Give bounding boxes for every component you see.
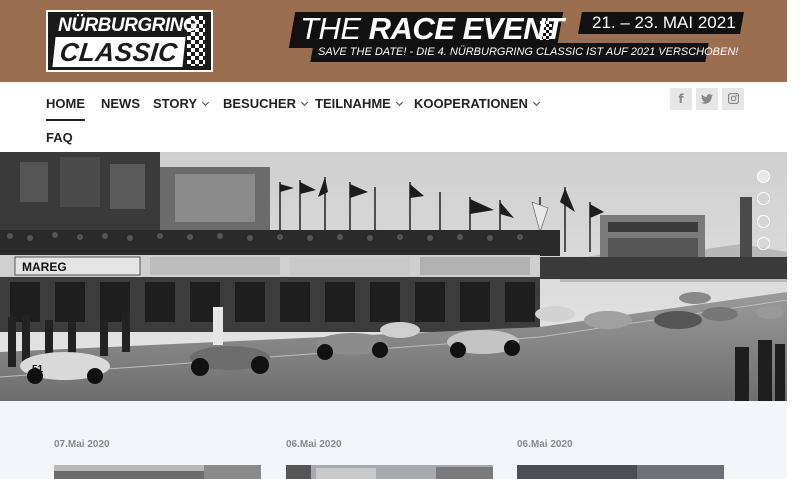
logo-line-1: NÜRBURGRING [58,15,198,36]
site-logo[interactable]: NÜRBURGRING CLASSIC [46,10,213,72]
logo-line-2: CLASSIC [52,37,186,67]
nav-item-label: STORY [153,96,198,111]
twitter-bird-shape [701,94,713,104]
svg-text:51: 51 [32,364,44,375]
race-title-light: THE [300,11,369,46]
race-title-bold: RACE EVENT [368,11,564,46]
news-post-thumbnail[interactable] [286,465,493,479]
nav-item-home[interactable]: HOME [46,93,85,121]
slider-dot-1[interactable] [757,170,770,183]
checkered-flag-small-icon [540,18,552,40]
news-post-thumbnail[interactable] [54,465,261,479]
instagram-camera-shape [727,92,739,105]
news-post-date: 07.Mai 2020 [54,439,110,450]
slider-dot-3[interactable] [757,215,770,228]
news-thumb-image [286,465,493,479]
nav-item-label: HOME [46,96,85,111]
news-thumb-image [517,465,724,479]
slider-dot-2[interactable] [757,192,770,205]
news-post-date: 06.Mai 2020 [517,439,573,450]
sign-text: MAREG [22,260,67,274]
chevron-down-icon [202,98,210,107]
nav-item-faq[interactable]: FAQ [46,127,73,149]
nav-item-kooperationen[interactable]: KOOPERATIONEN [414,93,540,115]
nav-item-story[interactable]: STORY [153,93,210,115]
page-scroll-gutter [787,0,800,479]
nav-item-label: TEILNAHME [315,96,391,111]
save-the-date-text: SAVE THE DATE! - DIE 4. NÜRBURGRING CLAS… [318,46,739,58]
nav-item-news[interactable]: NEWS [101,93,140,115]
hero-image: MAREG 51 [0,152,787,401]
nav-item-label: FAQ [46,130,73,145]
nav-item-besucher[interactable]: BESUCHER [223,93,309,115]
instagram-icon[interactable] [722,88,744,110]
twitter-icon[interactable] [696,88,718,110]
news-post-thumbnail[interactable] [517,465,724,479]
slider-dot-4[interactable] [757,237,770,250]
nav-item-teilnahme[interactable]: TEILNAHME [315,93,403,115]
chevron-down-icon [300,98,309,107]
chevron-down-icon [395,98,403,107]
nav-item-label: NEWS [101,96,140,111]
nav-item-label: BESUCHER [223,96,296,111]
news-post-date: 06.Mai 2020 [286,439,342,450]
facebook-glyph: f [678,92,684,106]
facebook-icon[interactable]: f [670,88,692,110]
checkered-flag-icon [187,16,205,66]
nav-item-label: KOOPERATIONEN [414,96,528,111]
race-event-title: THE RACE EVENT [300,11,564,47]
chevron-down-icon [532,98,540,107]
main-navigation: HOME NEWS STORY BESUCHER TEILNAHME KOOPE… [0,82,787,152]
news-thumb-image [54,465,261,479]
hero-slider[interactable]: MAREG 51 [0,152,787,401]
event-date: 21. – 23. MAI 2021 [592,13,736,32]
